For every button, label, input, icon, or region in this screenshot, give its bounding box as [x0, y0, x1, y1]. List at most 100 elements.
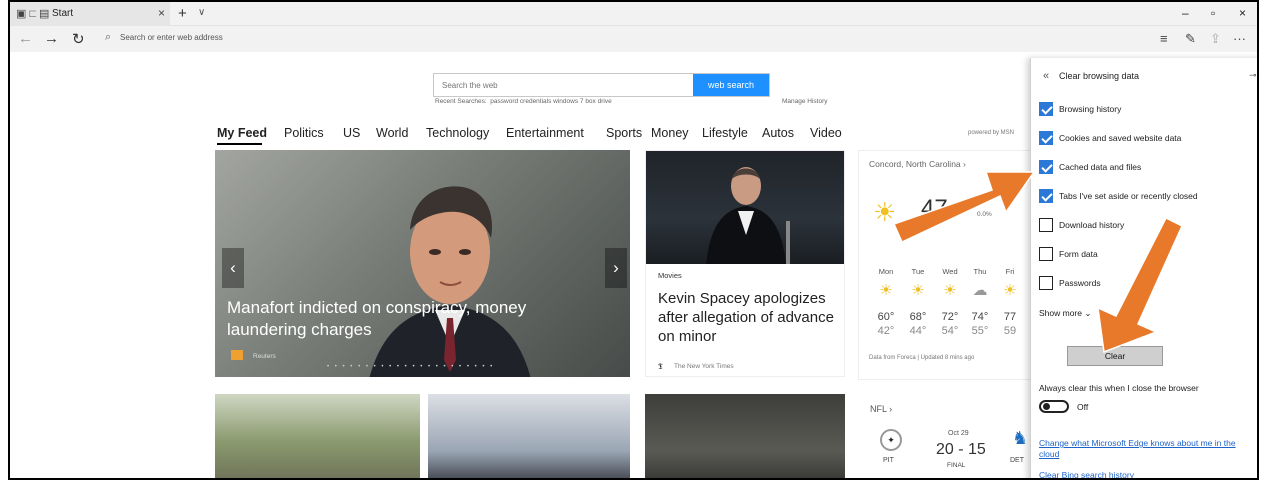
story-thumbnail[interactable]: [215, 394, 420, 478]
share-button[interactable]: ⇪: [1210, 31, 1221, 47]
checkbox[interactable]: [1039, 218, 1053, 232]
nfl-scores-card[interactable]: NFL › ✦ PIT Oct 29 20 - 15 FINAL ♞ DET: [858, 392, 1043, 478]
option-label: Tabs I've set aside or recently closed: [1059, 191, 1198, 201]
checkbox[interactable]: [1039, 160, 1053, 174]
back-button[interactable]: ←: [18, 30, 33, 47]
tab-start[interactable]: ▣ ⊏ ▤ Start ×: [10, 2, 170, 26]
nfl-label[interactable]: NFL ›: [870, 404, 892, 414]
carousel-prev-button[interactable]: ‹: [222, 248, 244, 288]
hub-button[interactable]: ≡: [1160, 31, 1168, 46]
forward-button[interactable]: →: [44, 30, 59, 47]
maximize-button[interactable]: ▫: [1211, 6, 1215, 20]
option-label: Form data: [1059, 249, 1098, 259]
web-note-button[interactable]: ✎: [1185, 31, 1196, 47]
weather-location[interactable]: Concord, North Carolina ›: [869, 159, 966, 169]
always-clear-toggle[interactable]: [1039, 400, 1069, 413]
panel-back-button[interactable]: «: [1043, 70, 1049, 82]
tab-video[interactable]: Video: [810, 126, 842, 140]
page-icon: ▤: [39, 8, 50, 20]
minimize-button[interactable]: –: [1182, 6, 1189, 20]
always-clear-label: Always clear this when I close the brows…: [1039, 383, 1199, 393]
hero-headline[interactable]: Manafort indicted on conspiracy, money l…: [227, 297, 567, 341]
edge-cloud-data-link[interactable]: Change what Microsoft Edge knows about m…: [1039, 438, 1255, 460]
weather-card[interactable]: Concord, North Carolina › ☀ 47 0.0% Mon …: [858, 150, 1043, 380]
address-bar: ← → ↻ ⌕ Search or enter web address ≡ ✎ …: [10, 26, 1257, 52]
lions-logo-icon: ♞: [1012, 428, 1029, 448]
sunny-icon: ☀: [911, 282, 925, 299]
hero-photo: [369, 186, 531, 377]
checkbox[interactable]: [1039, 276, 1053, 290]
tab-money[interactable]: Money: [651, 126, 689, 140]
forecast-high: 74°: [971, 311, 989, 323]
web-search-button[interactable]: web search: [693, 74, 769, 96]
option-label: Download history: [1059, 220, 1125, 230]
tab-technology[interactable]: Technology: [426, 126, 489, 140]
forecast-high: 77: [1003, 311, 1017, 323]
hero-story-card[interactable]: ‹ › Manafort indicted on conspiracy, mon…: [215, 150, 630, 377]
tab-my-feed[interactable]: My Feed: [217, 126, 267, 140]
story-category[interactable]: Movies: [658, 271, 682, 280]
tab-sports[interactable]: Sports: [606, 126, 642, 140]
checkbox[interactable]: [1039, 102, 1053, 116]
game-date: Oct 29: [948, 430, 969, 437]
sunny-icon: ☀: [1003, 282, 1017, 299]
forecast-low: 44°: [909, 325, 927, 337]
clear-browsing-data-panel: « Clear browsing data ⊸ Browsing history…: [1030, 58, 1257, 478]
pin-panel-icon[interactable]: ⊸: [1249, 70, 1257, 81]
show-tab-previews-button[interactable]: ∨: [198, 7, 205, 18]
story-thumbnail[interactable]: [645, 394, 845, 478]
title-bar: ▣ ⊏ ▤ Start × + ∨ – ▫ ×: [10, 2, 1257, 26]
steelers-logo-icon: ✦: [880, 429, 902, 451]
story-card-spacey[interactable]: Movies Kevin Spacey apologizes after all…: [645, 150, 845, 377]
more-menu-button[interactable]: ···: [1233, 31, 1246, 46]
refresh-button[interactable]: ↻: [72, 30, 85, 48]
tab-close-button[interactable]: ×: [158, 6, 165, 20]
close-window-button[interactable]: ×: [1239, 6, 1246, 20]
hero-source: Reuters: [253, 353, 276, 360]
partly-cloudy-icon: ☁: [972, 282, 988, 299]
nyt-logo-icon: 𝕿: [658, 362, 663, 371]
forecast-high: 72°: [941, 311, 959, 323]
team-det: DET: [1010, 457, 1024, 464]
tab-preview-icon[interactable]: ⊏: [28, 7, 37, 20]
tab-lifestyle[interactable]: Lifestyle: [702, 126, 748, 140]
forecast-high: 68°: [909, 311, 927, 323]
toggle-state: Off: [1077, 402, 1089, 412]
tab-us[interactable]: US: [343, 126, 360, 140]
game-status: FINAL: [947, 462, 966, 469]
tab-autos[interactable]: Autos: [762, 126, 794, 140]
clear-button[interactable]: Clear: [1067, 346, 1163, 366]
carousel-next-button[interactable]: ›: [605, 248, 627, 288]
carousel-dots[interactable]: • • • • • • • • • • • • • • • • • • • • …: [327, 364, 494, 370]
show-more-link[interactable]: Show more ⌄: [1039, 308, 1091, 319]
manage-history-link[interactable]: Manage History: [782, 98, 828, 105]
tab-actions-icon[interactable]: ▣: [16, 7, 26, 20]
url-field[interactable]: ⌕ Search or enter web address: [105, 30, 1135, 48]
search-icon: ⌕: [105, 31, 112, 43]
forecast-day: Wed: [942, 267, 958, 276]
story-headline[interactable]: Kevin Spacey apologizes after allegation…: [658, 289, 838, 346]
checkbox[interactable]: [1039, 189, 1053, 203]
tab-politics[interactable]: Politics: [284, 126, 324, 140]
toggle-knob: [1043, 403, 1050, 410]
tab-world[interactable]: World: [376, 126, 408, 140]
checkbox[interactable]: [1039, 247, 1053, 261]
new-tab-button[interactable]: +: [178, 5, 187, 22]
team-pit: PIT: [883, 457, 894, 464]
forecast-low: 54°: [941, 325, 959, 337]
checkbox[interactable]: [1039, 131, 1053, 145]
recent-searches: Recent Searches: password credentials wi…: [435, 98, 612, 105]
bing-search-box: web search: [433, 73, 770, 97]
powered-by-msn: powered by MSN: [968, 130, 1015, 136]
tab-entertainment[interactable]: Entertainment: [506, 126, 584, 140]
forecast-day: Tue: [911, 267, 925, 276]
weather-footer: Data from Foreca | Updated 8 mins ago: [869, 355, 975, 361]
precipitation: 0.0%: [977, 211, 992, 218]
forecast-high: 60°: [877, 311, 895, 323]
browser-window: ▣ ⊏ ▤ Start × + ∨ – ▫ × ← → ↻ ⌕ Search o…: [8, 0, 1259, 480]
recent-search-items[interactable]: password credentials windows 7 box drive: [490, 98, 611, 105]
web-search-input[interactable]: [434, 74, 694, 96]
clear-bing-history-link[interactable]: Clear Bing search history: [1039, 470, 1255, 478]
story-thumbnail[interactable]: [428, 394, 630, 478]
sunny-icon: ☀: [943, 282, 957, 299]
